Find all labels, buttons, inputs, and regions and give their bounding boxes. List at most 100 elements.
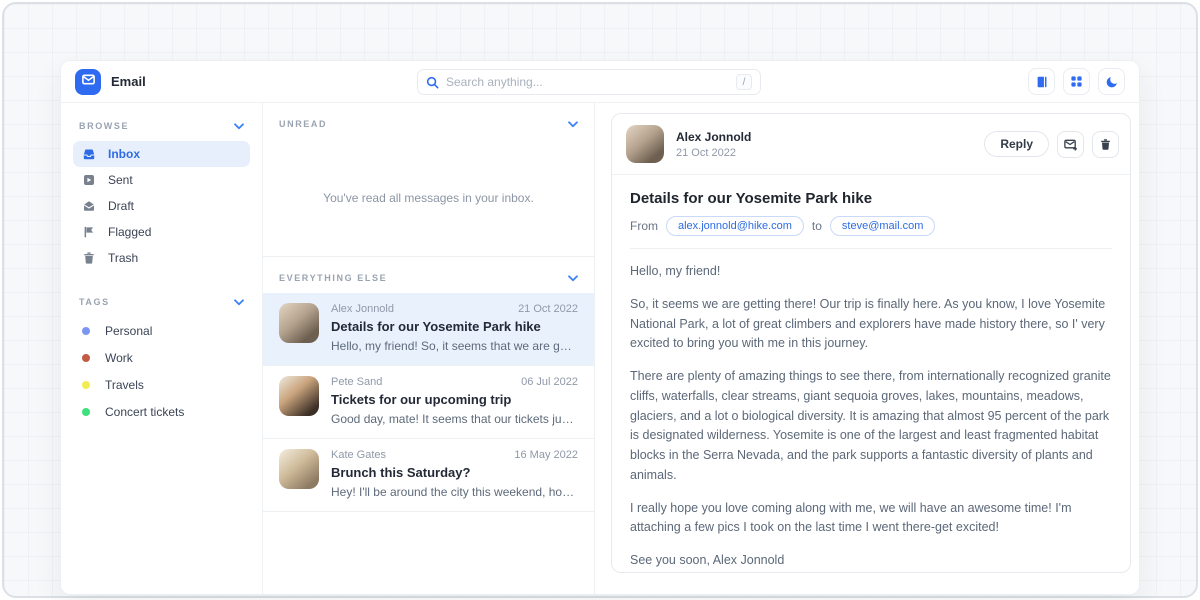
- book-icon: [1035, 75, 1049, 89]
- detail-subject: Details for our Yosemite Park hike: [630, 190, 1112, 207]
- everything-else-label: EVERYTHING ELSE: [279, 273, 387, 283]
- reply-button[interactable]: Reply: [984, 131, 1049, 157]
- inbox-icon: [82, 147, 96, 161]
- forward-mail-button[interactable]: [1057, 131, 1084, 158]
- sidebar: BROWSE Inbox Sent: [61, 103, 263, 594]
- sidebar-item-flagged[interactable]: Flagged: [73, 219, 250, 245]
- reading-list-button[interactable]: [1028, 68, 1055, 95]
- unread-section-header[interactable]: UNREAD: [263, 103, 594, 139]
- sidebar-item-draft[interactable]: Draft: [73, 193, 250, 219]
- tags-section-header[interactable]: TAGS: [73, 293, 250, 317]
- mail-preview: Hey! I'll be around the city this weeken…: [331, 485, 578, 499]
- apps-grid-button[interactable]: [1063, 68, 1090, 95]
- email-detail-header: Alex Jonnold 21 Oct 2022 Reply: [612, 114, 1130, 175]
- mail-subject: Details for our Yosemite Park hike: [331, 319, 578, 334]
- tag-color-dot: [82, 408, 90, 416]
- envelope-logo-icon: [81, 72, 96, 92]
- mail-sender: Alex Jonnold: [331, 303, 394, 315]
- browse-section-header[interactable]: BROWSE: [73, 117, 250, 141]
- from-to-row: From alex.jonnold@hike.com to steve@mail…: [630, 216, 1112, 249]
- app-title: Email: [111, 74, 146, 89]
- everything-else-section-header[interactable]: EVERYTHING ELSE: [263, 257, 594, 293]
- mail-list-item[interactable]: Kate Gates 16 May 2022 Brunch this Satur…: [263, 439, 594, 512]
- mail-summary: Kate Gates 16 May 2022 Brunch this Satur…: [331, 449, 578, 499]
- email-detail-card: Alex Jonnold 21 Oct 2022 Reply: [611, 113, 1131, 573]
- reading-pane: Alex Jonnold 21 Oct 2022 Reply: [595, 103, 1139, 594]
- browse-label: BROWSE: [79, 121, 129, 131]
- tag-label: Concert tickets: [105, 405, 184, 419]
- sidebar-item-sent[interactable]: Sent: [73, 167, 250, 193]
- tags-label: TAGS: [79, 297, 110, 307]
- main-columns: BROWSE Inbox Sent: [61, 103, 1139, 594]
- detail-sender-name: Alex Jonnold: [676, 130, 751, 144]
- mail-date: 06 Jul 2022: [521, 376, 578, 388]
- chevron-down-icon[interactable]: [568, 121, 578, 128]
- avatar: [279, 303, 319, 343]
- search-bar[interactable]: /: [417, 69, 761, 95]
- sidebar-item-label: Flagged: [108, 225, 151, 239]
- tag-label: Personal: [105, 324, 152, 338]
- mail-summary: Alex Jonnold 21 Oct 2022 Details for our…: [331, 303, 578, 353]
- dark-mode-toggle[interactable]: [1098, 68, 1125, 95]
- moon-icon: [1105, 75, 1119, 89]
- header-actions: [1028, 68, 1125, 95]
- draft-envelope-icon: [82, 199, 96, 213]
- mail-list-item[interactable]: Pete Sand 06 Jul 2022 Tickets for our up…: [263, 366, 594, 439]
- to-email-chip[interactable]: steve@mail.com: [830, 216, 935, 236]
- chevron-down-icon[interactable]: [234, 123, 244, 130]
- message-list-column: UNREAD You've read all messages in your …: [263, 103, 595, 594]
- search-icon: [426, 76, 439, 89]
- trash-icon: [1099, 138, 1112, 151]
- email-paragraph: Hello, my friend!: [630, 262, 1112, 282]
- sidebar-item-label: Draft: [108, 199, 134, 213]
- envelope-forward-icon: [1063, 137, 1078, 152]
- from-label: From: [630, 219, 658, 233]
- tag-color-dot: [82, 327, 90, 335]
- sent-icon: [82, 173, 96, 187]
- sender-avatar: [626, 125, 664, 163]
- tag-item-personal[interactable]: Personal: [73, 317, 250, 344]
- tag-color-dot: [82, 381, 90, 389]
- mail-date: 21 Oct 2022: [518, 303, 578, 315]
- sidebar-item-label: Sent: [108, 173, 133, 187]
- chevron-down-icon[interactable]: [234, 299, 244, 306]
- mail-subject: Tickets for our upcoming trip: [331, 392, 578, 407]
- email-app-window: Email /: [60, 60, 1140, 595]
- delete-mail-button[interactable]: [1092, 131, 1119, 158]
- detail-actions: Reply: [984, 131, 1119, 158]
- avatar: [279, 449, 319, 489]
- to-label: to: [812, 219, 822, 233]
- email-paragraph: There are plenty of amazing things to se…: [630, 367, 1112, 486]
- avatar: [279, 376, 319, 416]
- mail-preview: Good day, mate! It seems that our ticket…: [331, 412, 578, 426]
- mail-date: 16 May 2022: [514, 449, 578, 461]
- tag-item-travels[interactable]: Travels: [73, 371, 250, 398]
- sidebar-item-inbox[interactable]: Inbox: [73, 141, 250, 167]
- search-input[interactable]: [446, 75, 736, 89]
- from-email-chip[interactable]: alex.jonnold@hike.com: [666, 216, 804, 236]
- mail-sender: Kate Gates: [331, 449, 386, 461]
- tag-item-work[interactable]: Work: [73, 344, 250, 371]
- email-body: Hello, my friend! So, it seems we are ge…: [630, 249, 1112, 573]
- sidebar-item-trash[interactable]: Trash: [73, 245, 250, 271]
- unread-empty-message: You've read all messages in your inbox.: [323, 191, 534, 205]
- tag-item-concert-tickets[interactable]: Concert tickets: [73, 398, 250, 425]
- tag-label: Travels: [105, 378, 144, 392]
- chevron-down-icon[interactable]: [568, 275, 578, 282]
- sidebar-item-label: Trash: [108, 251, 138, 265]
- mail-subject: Brunch this Saturday?: [331, 465, 578, 480]
- email-paragraph: I really hope you love coming along with…: [630, 499, 1112, 539]
- sidebar-item-label: Inbox: [108, 147, 140, 161]
- email-paragraph: See you soon, Alex Jonnold: [630, 551, 1112, 571]
- app-header: Email /: [61, 61, 1139, 103]
- mail-summary: Pete Sand 06 Jul 2022 Tickets for our up…: [331, 376, 578, 426]
- email-paragraph: So, it seems we are getting there! Our t…: [630, 295, 1112, 354]
- tag-label: Work: [105, 351, 133, 365]
- mail-list-item[interactable]: Alex Jonnold 21 Oct 2022 Details for our…: [263, 293, 594, 366]
- grid-icon: [1070, 75, 1083, 88]
- unread-empty-state: You've read all messages in your inbox.: [263, 139, 594, 257]
- detail-date: 21 Oct 2022: [676, 147, 751, 159]
- search-shortcut-badge: /: [736, 74, 752, 90]
- tag-color-dot: [82, 354, 90, 362]
- flag-icon: [82, 225, 96, 239]
